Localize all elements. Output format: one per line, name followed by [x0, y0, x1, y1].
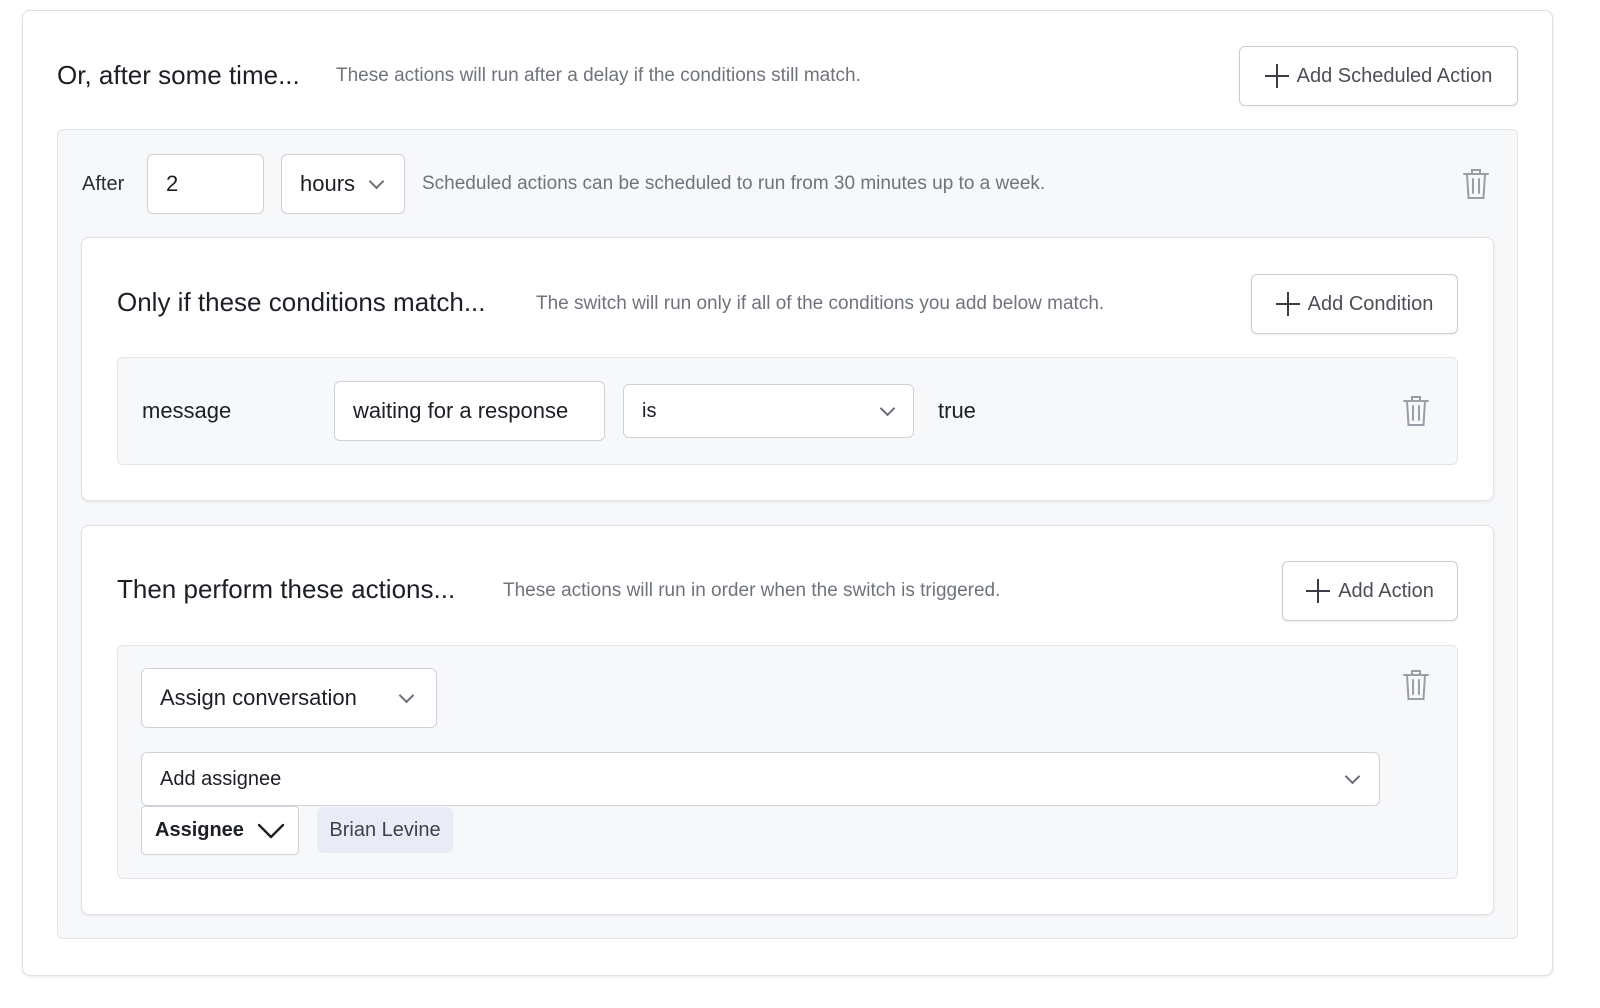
conditions-description: The switch will run only if all of the c… [536, 293, 1105, 314]
condition-property-text: waiting for a response [353, 398, 569, 423]
scheduled-section-description: These actions will run after a delay if … [336, 65, 861, 86]
delay-value-input[interactable]: 2 [147, 154, 264, 214]
chevron-down-icon [1344, 770, 1360, 786]
assignee-type-select[interactable]: Assignee [141, 806, 299, 855]
delay-unit-select[interactable]: hours [281, 154, 405, 214]
conditions-title: Only if these conditions match... [117, 287, 486, 317]
add-condition-label: Add Condition [1307, 292, 1434, 315]
add-action-label: Add Action [1338, 579, 1434, 602]
chevron-down-icon [257, 823, 285, 839]
scheduled-section-title: Or, after some time... [57, 60, 300, 90]
add-scheduled-action-label: Add Scheduled Action [1296, 64, 1493, 87]
chevron-down-icon [879, 402, 895, 418]
action-type-text: Assign conversation [160, 685, 357, 710]
condition-operator-select[interactable]: is [623, 384, 914, 438]
scheduled-hint: Scheduled actions can be scheduled to ru… [422, 173, 1046, 194]
actions-title: Then perform these actions... [117, 574, 456, 604]
chevron-down-icon [368, 175, 384, 191]
chevron-down-icon [398, 689, 414, 705]
add-scheduled-action-button[interactable]: Add Scheduled Action [1239, 46, 1518, 106]
plus-icon [1264, 64, 1289, 88]
delay-unit-text: hours [300, 171, 356, 196]
add-assignee-select[interactable]: Add assignee [141, 752, 1380, 806]
assignee-type-text: Assignee [155, 819, 244, 841]
actions-description: These actions will run in order when the… [503, 580, 1001, 601]
trash-icon[interactable] [1403, 669, 1429, 701]
plus-icon [1306, 579, 1331, 603]
trash-icon[interactable] [1403, 395, 1429, 427]
condition-operator-text: is [642, 399, 657, 422]
add-condition-button[interactable]: Add Condition [1251, 274, 1458, 334]
add-action-button[interactable]: Add Action [1282, 561, 1458, 621]
plus-icon [1275, 292, 1300, 316]
delay-value-text: 2 [166, 171, 179, 196]
condition-value: true [938, 398, 976, 423]
action-type-select[interactable]: Assign conversation [141, 668, 437, 728]
after-label: After [82, 173, 125, 195]
assignee-name: Brian Levine [329, 818, 441, 841]
condition-property-select[interactable]: waiting for a response [334, 381, 605, 441]
trash-icon[interactable] [1463, 168, 1489, 200]
add-assignee-text: Add assignee [160, 767, 282, 790]
assignee-chip[interactable]: Brian Levine [317, 807, 453, 853]
condition-subject: message [142, 398, 232, 423]
